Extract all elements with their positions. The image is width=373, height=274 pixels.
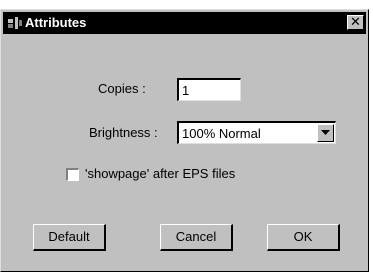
brightness-label: Brightness : <box>89 125 158 140</box>
attributes-dialog: Attributes ✕ Copies : 1 Brightness : 100… <box>0 9 369 272</box>
ok-button[interactable]: OK <box>267 224 340 251</box>
showpage-label: 'showpage' after EPS files <box>85 166 236 181</box>
close-button[interactable]: ✕ <box>347 15 364 30</box>
app-icon <box>8 17 22 29</box>
showpage-checkbox[interactable] <box>66 168 79 181</box>
copies-value: 1 <box>182 83 190 98</box>
brightness-value: 100% Normal <box>182 126 261 141</box>
copies-input[interactable]: 1 <box>177 78 241 101</box>
brightness-select[interactable]: 100% Normal <box>177 121 336 144</box>
cancel-button[interactable]: Cancel <box>160 224 233 251</box>
window-title: Attributes <box>25 15 87 30</box>
chevron-down-icon <box>321 130 330 135</box>
dropdown-button[interactable] <box>317 124 334 142</box>
title-bar[interactable]: Attributes ✕ <box>3 12 366 34</box>
default-button[interactable]: Default <box>33 224 106 251</box>
close-icon: ✕ <box>350 14 361 29</box>
copies-label: Copies : <box>98 81 146 96</box>
